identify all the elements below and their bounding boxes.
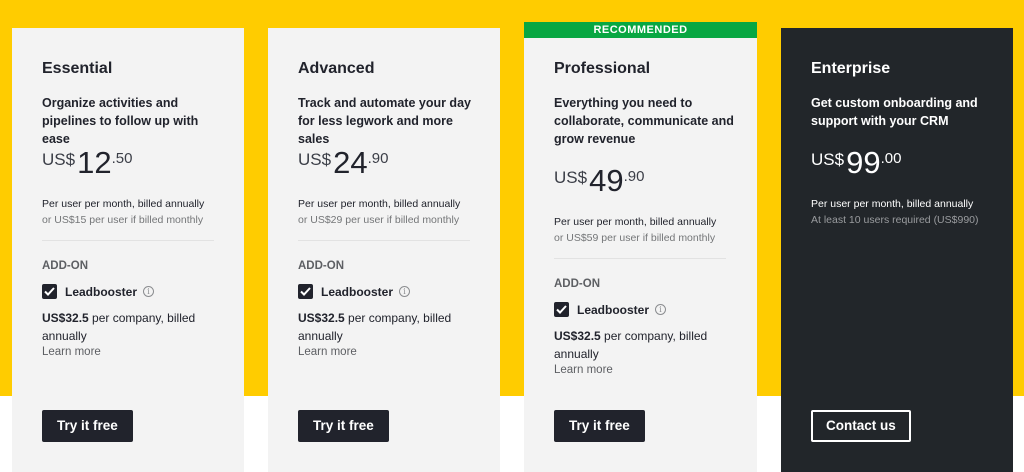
plan-name: Advanced: [298, 60, 375, 77]
addon-price-amount: US$32.5: [554, 329, 601, 343]
recommended-banner: RECOMMENDED: [524, 22, 757, 38]
addon-label: Leadbooster: [321, 284, 394, 299]
billing-sub: or US$59 per user if billed monthly: [554, 232, 716, 244]
billing-main: Per user per month, billed annually: [554, 216, 717, 228]
plan-price: US$ 49 .90: [554, 164, 644, 198]
billing-sub: At least 10 users required (US$990): [811, 214, 979, 226]
leadbooster-checkbox[interactable]: [554, 302, 569, 317]
addon-leadbooster: Leadbooster i: [554, 302, 667, 317]
billing-info: Per user per month, billed annually or U…: [42, 196, 204, 228]
plan-tagline: Everything you need to collaborate, comm…: [554, 96, 734, 146]
divider: [554, 258, 726, 259]
plan-name: Professional: [554, 60, 651, 77]
plan-card-advanced: Advanced Track and automate your day for…: [268, 28, 500, 472]
price-amount: 49: [589, 163, 624, 198]
learn-more-link[interactable]: Learn more: [554, 364, 613, 376]
learn-more-link[interactable]: Learn more: [298, 346, 357, 358]
billing-info: Per user per month, billed annually or U…: [554, 214, 716, 246]
addon-title: ADD-ON: [298, 260, 344, 272]
billing-main: Per user per month, billed annually: [298, 198, 461, 210]
addon-label: Leadbooster: [65, 284, 138, 299]
plan-price: US$ 12 .50: [42, 146, 132, 180]
addon-leadbooster: Leadbooster i: [298, 284, 411, 299]
addon-price: US$32.5 per company, billed annually: [42, 309, 214, 345]
plan-name: Enterprise: [811, 60, 891, 77]
price-currency: US$: [554, 168, 588, 187]
info-icon[interactable]: i: [143, 286, 155, 297]
price-currency: US$: [298, 150, 332, 169]
contact-us-button[interactable]: Contact us: [811, 410, 911, 442]
price-amount: 12: [77, 145, 112, 180]
addon-price-amount: US$32.5: [298, 311, 345, 325]
billing-sub: or US$15 per user if billed monthly: [42, 214, 204, 226]
billing-main: Per user per month, billed annually: [42, 198, 205, 210]
billing-info: Per user per month, billed annually At l…: [811, 196, 979, 228]
price-currency: US$: [811, 150, 845, 169]
learn-more-link[interactable]: Learn more: [42, 346, 101, 358]
plan-price: US$ 99 .00: [811, 146, 901, 180]
billing-info: Per user per month, billed annually or U…: [298, 196, 460, 228]
addon-price-amount: US$32.5: [42, 311, 89, 325]
leadbooster-checkbox[interactable]: [42, 284, 57, 299]
plan-card-professional: Professional Everything you need to coll…: [524, 38, 757, 472]
divider: [298, 240, 470, 241]
price-currency: US$: [42, 150, 76, 169]
price-cents: .90: [367, 150, 389, 167]
info-icon[interactable]: i: [655, 304, 667, 315]
checkmark-icon: [44, 287, 55, 296]
leadbooster-checkbox[interactable]: [298, 284, 313, 299]
price-cents: .00: [880, 150, 902, 167]
checkmark-icon: [556, 305, 567, 314]
plan-card-enterprise: Enterprise Get custom onboarding and sup…: [781, 28, 1013, 472]
price-cents: .50: [111, 150, 133, 167]
addon-price: US$32.5 per company, billed annually: [298, 309, 470, 345]
price-amount: 99: [846, 145, 881, 180]
addon-price: US$32.5 per company, billed annually: [554, 327, 726, 363]
plan-tagline: Get custom onboarding and support with y…: [811, 96, 978, 128]
try-free-button[interactable]: Try it free: [298, 410, 389, 442]
plan-tagline: Organize activities and pipelines to fol…: [42, 96, 199, 146]
plan-price: US$ 24 .90: [298, 146, 388, 180]
plan-card-essential: Essential Organize activities and pipeli…: [12, 28, 244, 472]
checkmark-icon: [300, 287, 311, 296]
billing-sub: or US$29 per user if billed monthly: [298, 214, 460, 226]
addon-label: Leadbooster: [577, 302, 650, 317]
price-cents: .90: [623, 168, 645, 185]
plan-name: Essential: [42, 60, 113, 77]
billing-main: Per user per month, billed annually: [811, 198, 974, 210]
addon-leadbooster: Leadbooster i: [42, 284, 155, 299]
info-icon[interactable]: i: [399, 286, 411, 297]
price-amount: 24: [333, 145, 368, 180]
try-free-button[interactable]: Try it free: [554, 410, 645, 442]
addon-title: ADD-ON: [42, 260, 88, 272]
try-free-button[interactable]: Try it free: [42, 410, 133, 442]
divider: [42, 240, 214, 241]
plan-tagline: Track and automate your day for less leg…: [298, 96, 471, 146]
addon-title: ADD-ON: [554, 278, 600, 290]
